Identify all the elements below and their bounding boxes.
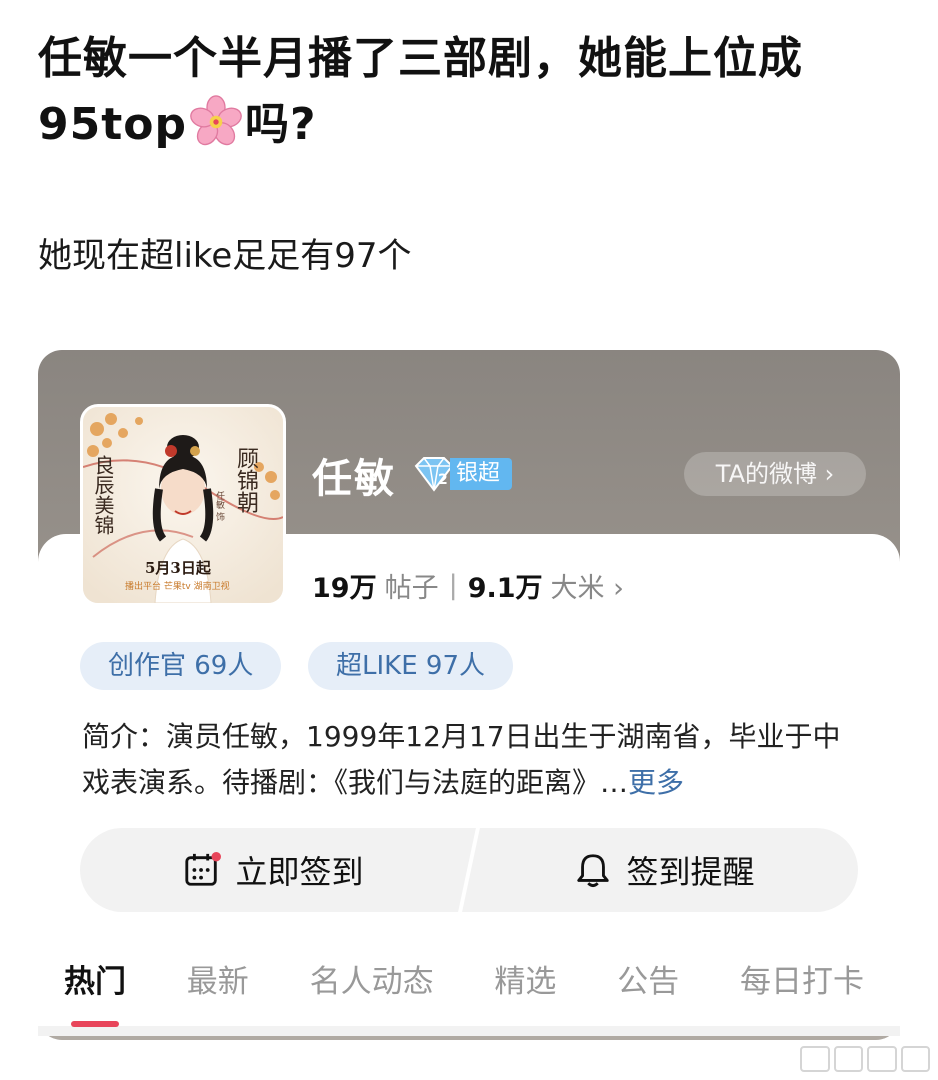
posts-label: 帖子 (384, 573, 439, 604)
action-bar: 立即签到 签到提醒 (80, 828, 858, 912)
topic-name: 任敏 (312, 456, 396, 502)
intro-more-link[interactable]: 更多 (628, 766, 684, 799)
ta-weibo-button[interactable]: TA的微博 › (684, 452, 866, 496)
tab-latest[interactable]: 最新 (187, 956, 249, 1001)
tab-featured[interactable]: 精选 (494, 956, 556, 1001)
image-watermark (800, 1046, 930, 1072)
tab-announcements[interactable]: 公告 (617, 956, 679, 1001)
tab-daily-checkin[interactable]: 每日打卡 (740, 956, 864, 1001)
calendar-icon (185, 851, 222, 886)
super-like-pill[interactable]: 超LIKE 97人 (308, 642, 513, 690)
reminder-button[interactable]: 签到提醒 (471, 828, 858, 912)
post-title: 任敏一个半月播了三部剧，她能上位成95top 吗? (38, 26, 908, 158)
members-label[interactable]: 大米 › (551, 566, 624, 605)
creator-officer-pill[interactable]: 创作官 69人 (80, 642, 282, 690)
poster-date: 5月3日起 (145, 559, 211, 577)
reminder-label: 签到提醒 (626, 853, 755, 891)
card-divider (38, 1026, 900, 1036)
level-badge[interactable]: 2 银超 (412, 456, 513, 492)
watermark-block (833, 1046, 863, 1072)
level-label: 银超 (450, 458, 513, 490)
watermark-block (867, 1046, 897, 1072)
members-count[interactable]: 9.1万 (468, 566, 543, 605)
checkin-label: 立即签到 (235, 853, 364, 891)
topic-tabs: 热门 最新 名人动态 精选 公告 每日打卡 (64, 956, 864, 1001)
bell-icon (577, 854, 610, 888)
poster-platforms: 播出平台 芒果tv 湖南卫视 (125, 582, 230, 592)
tab-celebrity-updates[interactable]: 名人动态 (310, 956, 434, 1001)
poster-drama-title: 顾锦朝 (233, 447, 258, 513)
tab-hot[interactable]: 热门 (64, 956, 126, 1001)
poster-calligraphy: 良辰美锦 (91, 455, 115, 535)
poster-actor-note: 任敏 饰 (214, 491, 224, 521)
post-title-text: 任敏一个半月播了三部剧，她能上位成95top (38, 33, 803, 150)
stats-separator: | (448, 570, 458, 601)
checkin-button[interactable]: 立即签到 (80, 828, 467, 912)
watermark-block (800, 1046, 830, 1072)
intro-text: 简介：演员任敏，1999年12月17日出生于湖南省，毕业于中戏表演系。待播剧：《… (82, 720, 841, 799)
post-body: 她现在超like足足有97个 (38, 236, 412, 276)
topic-stats: 19万 帖子 | 9.1万 大米 › (312, 566, 624, 605)
topic-intro: 简介：演员任敏，1999年12月17日出生于湖南省，毕业于中戏表演系。待播剧：《… (82, 714, 862, 806)
posts-count: 19万 (312, 573, 377, 604)
cherry-blossom-icon (190, 95, 242, 146)
level-number: 2 (438, 472, 448, 488)
watermark-block (900, 1046, 930, 1072)
post-title-suffix: 吗? (245, 99, 317, 150)
topic-avatar[interactable]: 良辰美锦 顾锦朝 任敏 饰 5月3日起 播出平台 芒果tv 湖南卫视 (80, 404, 286, 606)
